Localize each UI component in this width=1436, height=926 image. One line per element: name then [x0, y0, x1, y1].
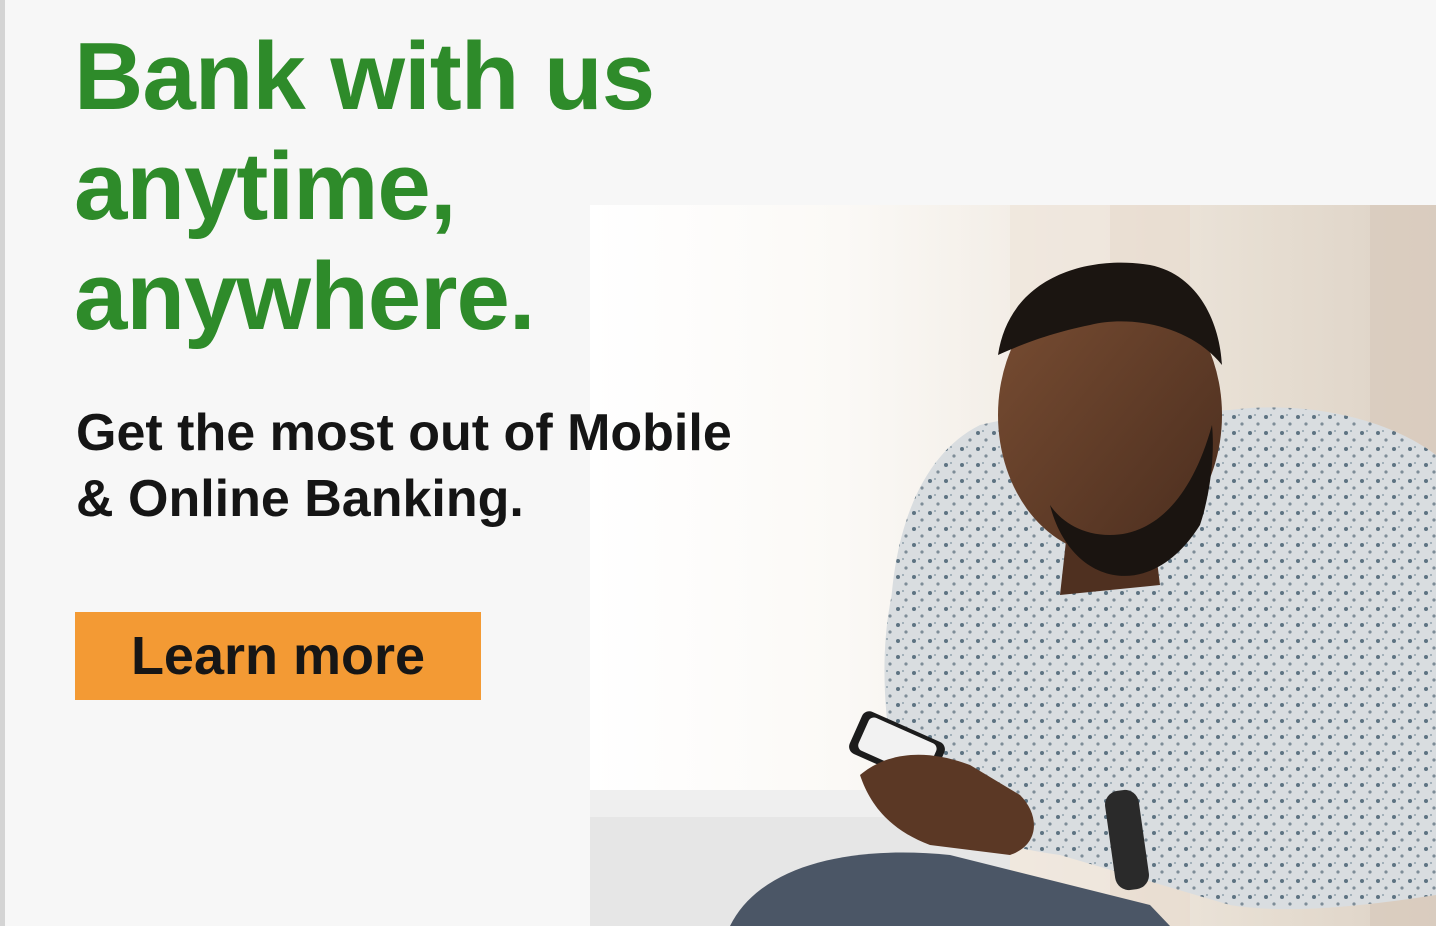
page-left-edge	[0, 0, 5, 926]
hero-photo	[590, 205, 1436, 926]
subheadline-line-2: & Online Banking.	[76, 470, 524, 528]
headline-line-2: anytime,	[74, 133, 456, 240]
learn-more-button[interactable]: Learn more	[75, 612, 481, 700]
subheadline-line-1: Get the most out of Mobile	[76, 404, 732, 462]
headline-line-1: Bank with us	[74, 23, 655, 130]
headline-line-3: anywhere.	[74, 243, 536, 350]
subheadline: Get the most out of Mobile & Online Bank…	[76, 400, 732, 532]
headline: Bank with us anytime, anywhere.	[74, 22, 655, 352]
man-using-smartphone-illustration	[590, 205, 1436, 926]
